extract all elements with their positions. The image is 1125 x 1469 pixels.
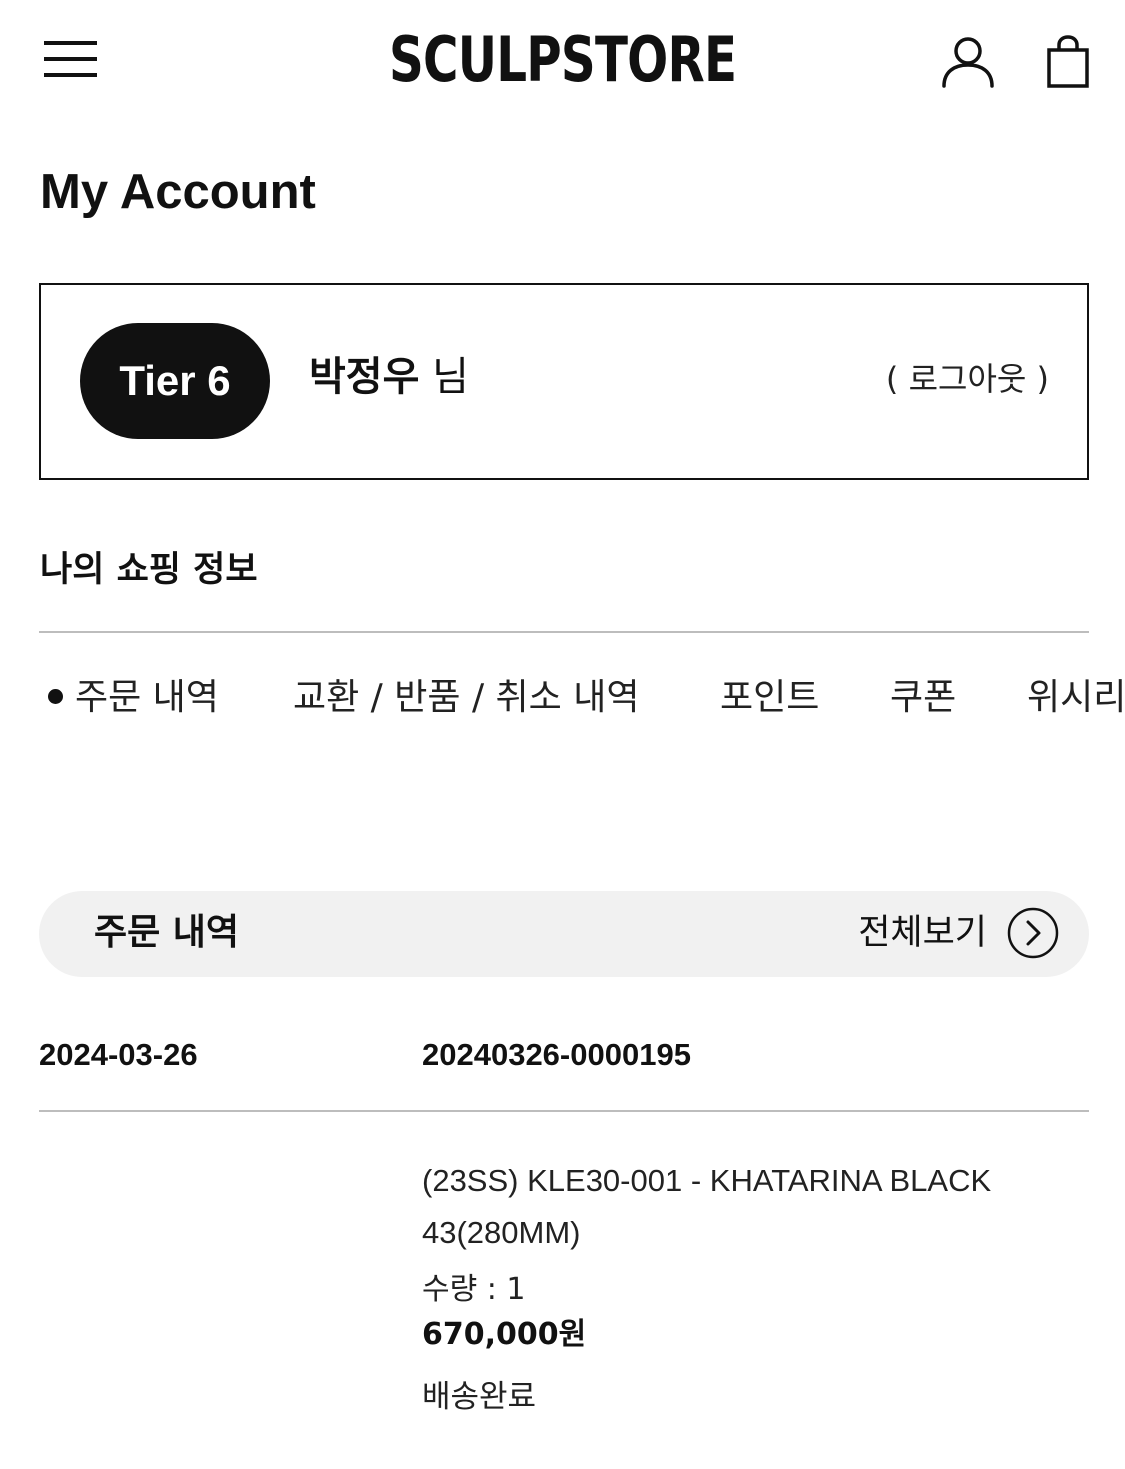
user-name: 박정우 [309,354,420,400]
tab-label: 교환 / 반품 / 취소 내역 [293,677,640,718]
tier-badge: Tier 6 [80,323,270,439]
shopping-info-title: 나의 쇼핑 정보 [40,550,258,590]
tab-exchange-return-cancel[interactable]: 교환 / 반품 / 취소 내역 [293,670,639,726]
product-size: 43(280MM) [422,1215,581,1250]
product-quantity: 수량 : 1 [422,1272,526,1307]
page-title: My Account [40,165,316,219]
hamburger-menu-icon[interactable] [40,38,100,84]
menu-line [44,57,97,61]
active-tab-dot [48,688,63,704]
profile-card: Tier 6 박정우 님 ( 로그아웃 ) [39,283,1089,480]
order-number[interactable]: 20240326-0000195 [422,1034,691,1076]
tab-orders[interactable]: 주문 내역 [48,670,219,726]
store-logo[interactable]: SCULPSTORE [124,24,1002,96]
order-date: 2024-03-26 [39,1037,198,1072]
delivery-status: 배송완료 [422,1379,537,1415]
logout-link[interactable]: ( 로그아웃 ) [886,357,1049,401]
user-icon[interactable] [940,34,996,90]
shopping-tabs: 주문 내역 교환 / 반품 / 취소 내역 포인트 쿠폰 위시리스트 [0,670,1125,730]
menu-line [44,73,97,77]
tab-wishlist[interactable]: 위시리스트 [1027,670,1125,726]
product-price: 670,000원 [422,1317,587,1352]
user-honorific: 님 [432,354,469,400]
tab-coupons[interactable]: 쿠폰 [890,670,956,726]
chevron-right-circle-icon[interactable] [1007,907,1059,959]
user-greeting: 박정우 님 [309,349,469,405]
tab-label: 위시리스트 [1027,677,1125,718]
header: SCULPSTORE [0,0,1125,125]
order-item[interactable]: (23SS) KLE30-001 - KHATARINA BLACK 43(28… [422,1155,1102,1419]
product-name: (23SS) KLE30-001 - KHATARINA BLACK 43(28… [422,1155,1102,1259]
tab-label: 포인트 [720,677,820,718]
product-name-line: (23SS) KLE30-001 - KHATARINA BLACK [422,1163,992,1198]
tab-label: 주문 내역 [75,677,219,718]
menu-line [44,41,97,45]
order-history-header: 주문 내역 전체보기 [39,891,1089,977]
view-all-label: 전체보기 [858,913,987,953]
tab-points[interactable]: 포인트 [720,670,819,726]
section-divider [39,631,1089,633]
order-history-title: 주문 내역 [94,912,240,953]
shopping-bag-icon[interactable] [1042,34,1094,90]
tab-label: 쿠폰 [890,677,957,718]
order-divider [39,1110,1089,1112]
